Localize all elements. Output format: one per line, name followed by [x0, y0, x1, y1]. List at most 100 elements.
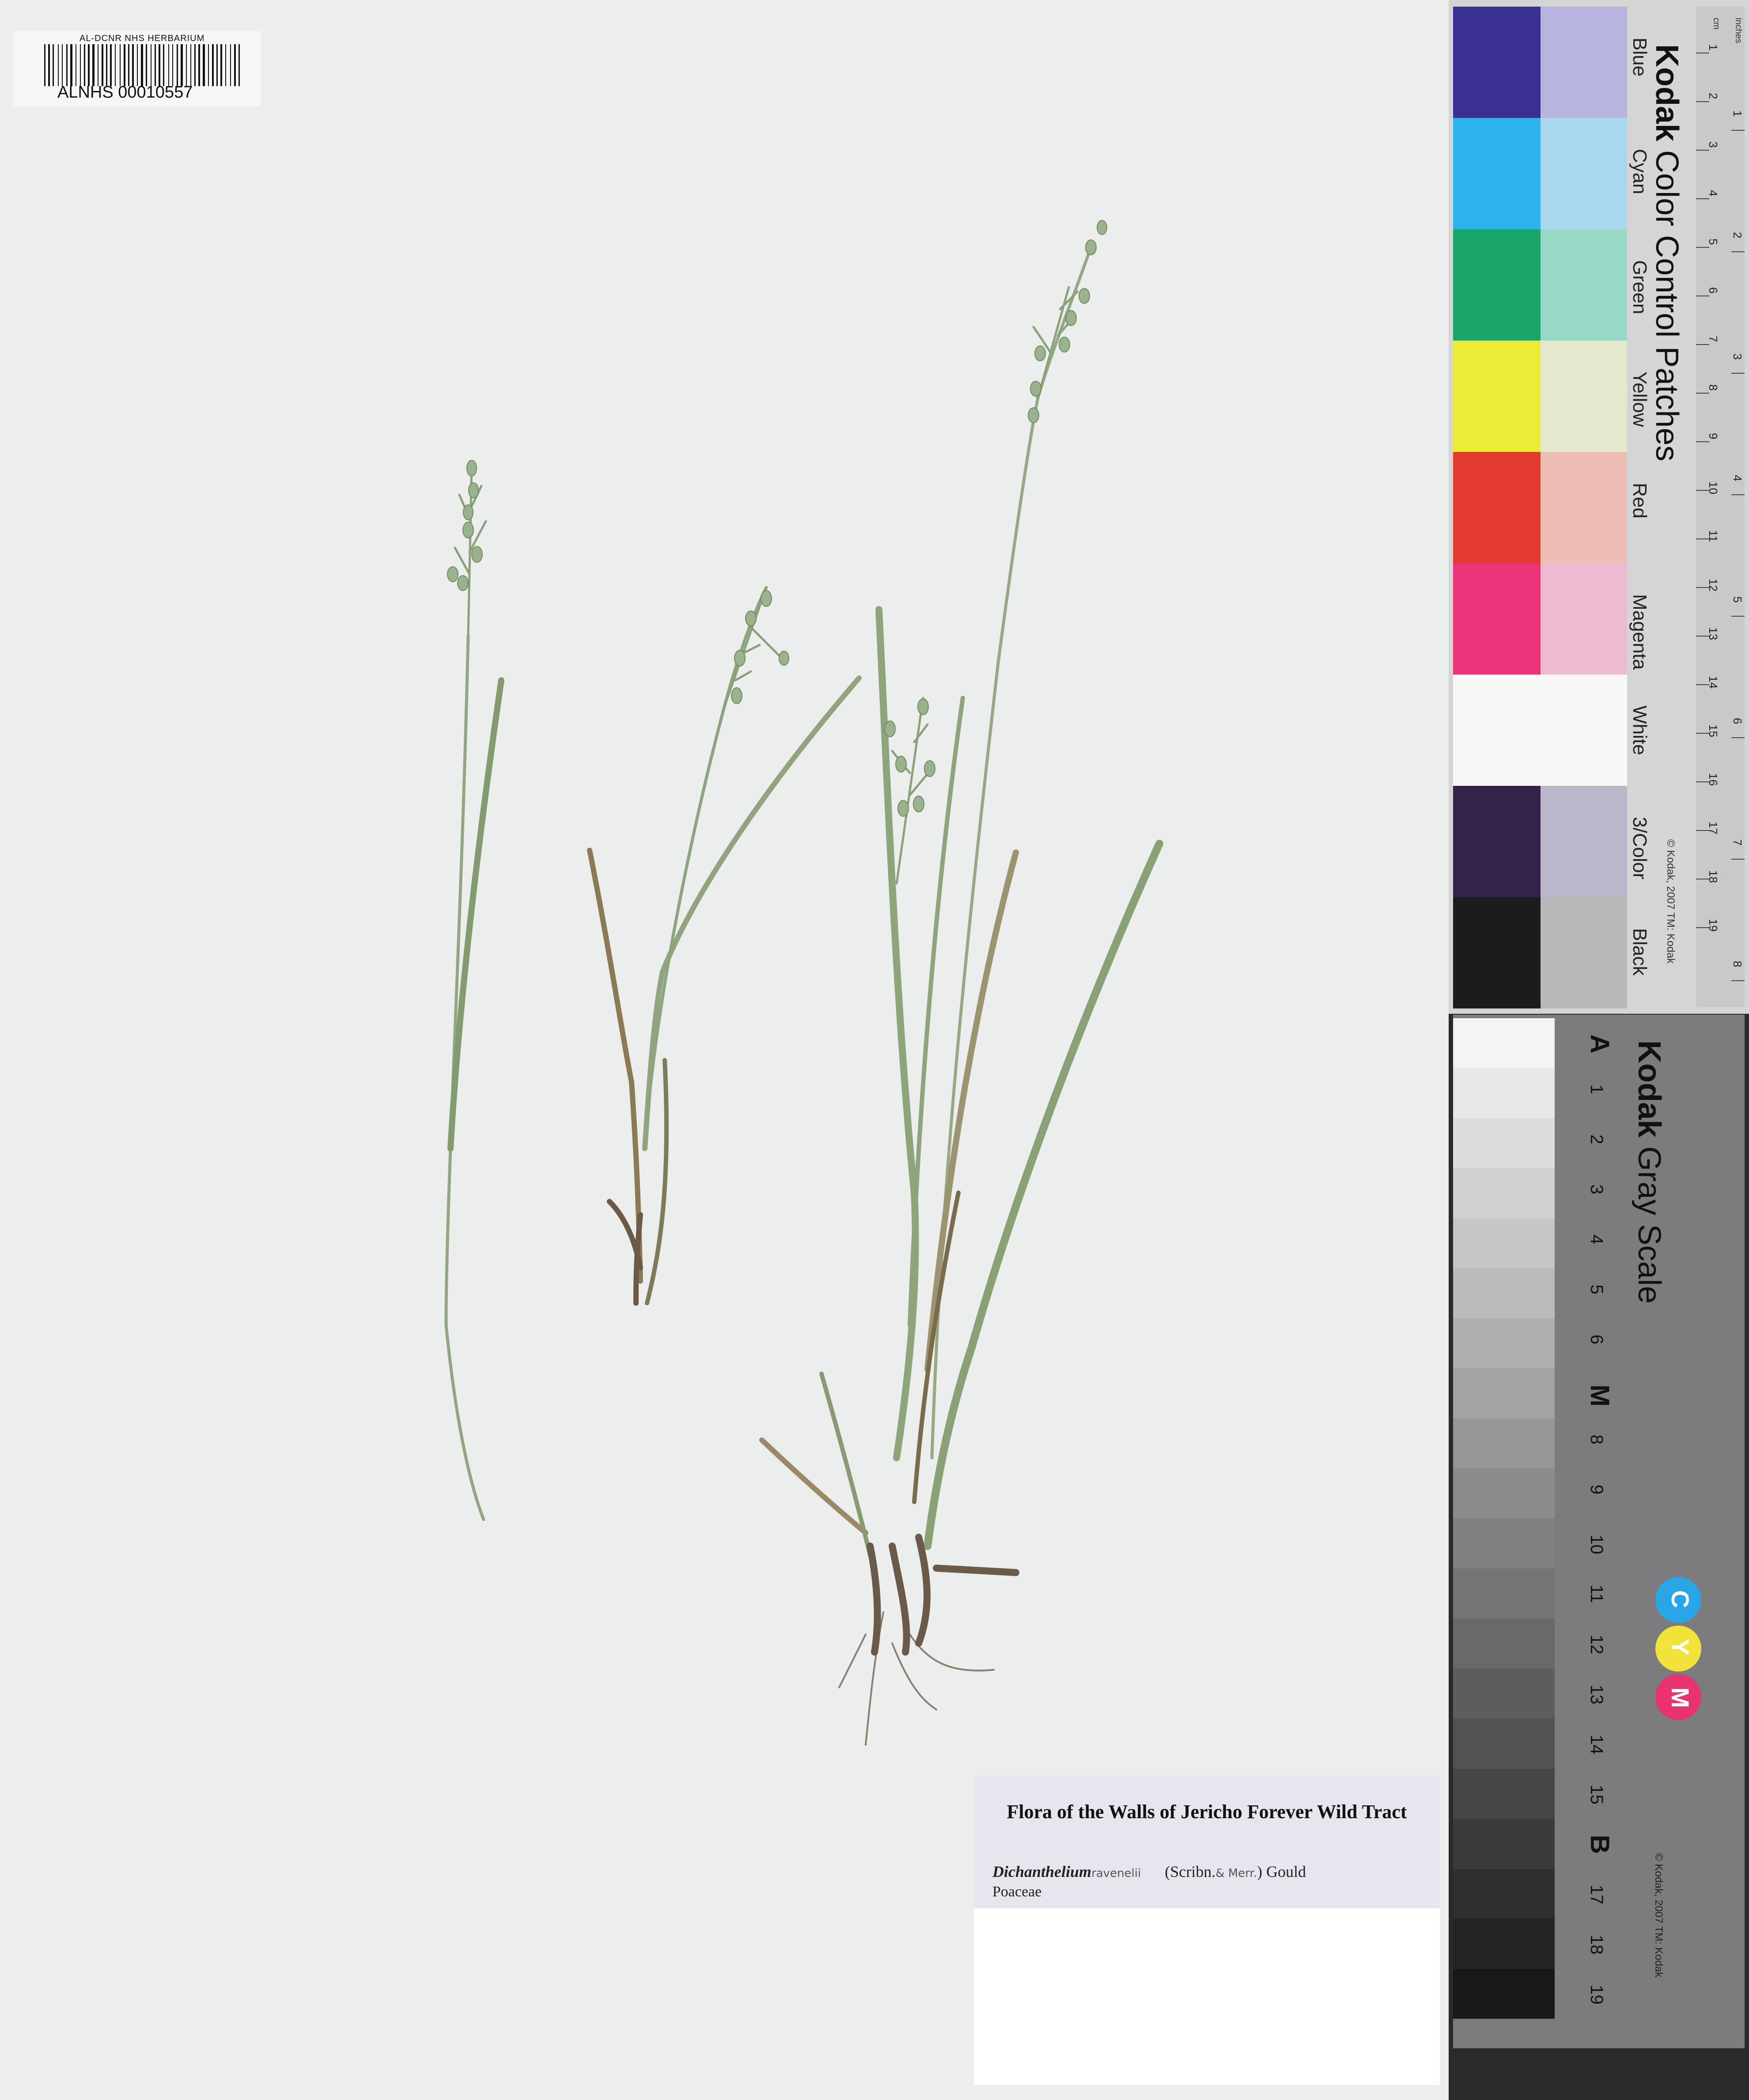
patch-red-dark [1453, 452, 1541, 563]
patch-white-dark [1453, 675, 1541, 786]
leaf-right-2 [924, 840, 1163, 1550]
ruler-label-cm: 11 [1707, 530, 1720, 542]
gray-step [1453, 1368, 1555, 1418]
gray-step [1453, 1018, 1555, 1069]
spikelet [884, 720, 896, 737]
ruler-unit-cm: cm [1711, 18, 1721, 30]
patch-label: Black [1629, 928, 1651, 976]
gray-step [1453, 1218, 1555, 1269]
authors-handwritten: & Merr. [1215, 1867, 1257, 1880]
gray-step [1453, 1718, 1555, 1769]
stem-left [444, 634, 485, 1521]
gray-step [1453, 1819, 1555, 1869]
base-middle [607, 1199, 643, 1306]
ruler-label-cm: 16 [1707, 773, 1720, 786]
patch-label: Yellow [1629, 371, 1651, 427]
gray-card-title: Kodak Gray Scale [1632, 1040, 1667, 1304]
ruler-label-cm: 15 [1707, 724, 1720, 737]
gray-scale: A123456M89101112131415B171819Kodak Gray … [1453, 1015, 1745, 2048]
patch-white-light [1541, 675, 1627, 786]
patch-magenta-dark [1453, 563, 1541, 675]
ruler-label-cm: 8 [1707, 384, 1720, 390]
spikelet [917, 698, 929, 715]
patch-label: White [1629, 705, 1651, 755]
gray-step-label: 15 [1587, 1785, 1606, 1804]
gray-step-label: 14 [1587, 1735, 1606, 1755]
spikelet [779, 651, 789, 666]
ruler-label-cm: 2 [1707, 93, 1720, 99]
spikelet [471, 546, 483, 563]
patch-green-light [1541, 229, 1627, 341]
patch-label: Blue [1629, 38, 1651, 76]
ruler-label-cm: 1 [1707, 44, 1720, 50]
patch-blue-light [1541, 7, 1627, 118]
spikelet [1079, 288, 1090, 304]
patch-red-light [1541, 452, 1627, 563]
leaf-right-1 [875, 606, 919, 1461]
gray-step-label: 4 [1587, 1235, 1606, 1244]
leaf-right-7 [819, 1372, 872, 1557]
gray-card-copyright: © Kodak, 2007 TM: Kodak [1653, 1853, 1665, 1978]
panicle-middle [723, 586, 783, 708]
spikelet [913, 796, 924, 812]
spikelet [468, 482, 479, 498]
gray-step-label: 17 [1587, 1885, 1606, 1905]
ruler [1696, 7, 1745, 1007]
gray-step-label: 13 [1587, 1685, 1606, 1705]
epithet-handwritten: ravenelii [1091, 1867, 1141, 1880]
patch-cyan-light [1541, 118, 1627, 229]
spikelet [745, 610, 757, 626]
kodak-color-card: Blue Cyan Green Yellow Red Magenta White 3/Colo… [1449, 0, 1749, 1014]
ruler-label-cm: 5 [1707, 239, 1720, 245]
cmy-letter: Y [1666, 1639, 1694, 1655]
gray-step-label: 10 [1587, 1535, 1606, 1554]
gray-step-label: 6 [1587, 1334, 1606, 1344]
ruler-unit-inches: inches [1734, 18, 1743, 43]
gray-step-label: 12 [1587, 1635, 1606, 1655]
gray-step-label: 9 [1587, 1485, 1606, 1494]
ruler-label-in: 4 [1731, 475, 1744, 481]
ruler-label-in: 1 [1731, 110, 1744, 117]
ruler-label-cm: 14 [1707, 676, 1720, 689]
spikelet [924, 760, 935, 777]
gray-step [1453, 1468, 1555, 1519]
spikelet [466, 460, 477, 477]
patch-label: Green [1629, 260, 1651, 314]
patch-label: Magenta [1629, 594, 1651, 670]
gray-step [1453, 1918, 1555, 1969]
gray-step [1453, 1619, 1555, 1669]
gray-step-label: 3 [1587, 1184, 1606, 1194]
patch-black-dark [1453, 897, 1541, 1008]
patch-label: 3/Color [1629, 817, 1651, 879]
color-card-title: Kodak Color Control Patches [1649, 44, 1685, 461]
spikelet [1059, 337, 1070, 353]
ruler-label-cm: 3 [1707, 141, 1720, 148]
patch-label: Cyan [1629, 149, 1651, 194]
label-header: Flora of the Walls of Jericho Forever Wi… [974, 1776, 1440, 1908]
gray-step-label: 1 [1587, 1084, 1606, 1094]
ruler-label-in: 2 [1731, 232, 1744, 238]
gray-step-label: 11 [1587, 1584, 1606, 1603]
gray-step-label: B [1585, 1835, 1615, 1854]
gray-step [1453, 1568, 1555, 1619]
ruler-label-in: 5 [1731, 596, 1744, 603]
gray-step [1453, 1118, 1555, 1168]
gray-step [1453, 1668, 1555, 1719]
spikelet [447, 566, 458, 582]
cmy-letter: C [1666, 1590, 1694, 1608]
spikelet [897, 800, 909, 817]
ruler-label-in: 8 [1731, 961, 1744, 967]
spikelet [1034, 345, 1046, 361]
ruler-label-in: 3 [1731, 353, 1744, 360]
gray-step-label: 18 [1587, 1935, 1606, 1955]
genus: Dichanthelium [992, 1863, 1092, 1880]
patch-green-dark [1453, 229, 1541, 341]
patch-cyan-dark [1453, 118, 1541, 229]
spikelet [895, 756, 907, 773]
patch-label: Red [1629, 483, 1651, 519]
roots [838, 1611, 995, 1746]
spikelet [1065, 310, 1077, 326]
patch-black-light [1541, 897, 1627, 1008]
ruler-label-cm: 13 [1707, 627, 1720, 640]
gray-step-label: 5 [1587, 1285, 1606, 1294]
